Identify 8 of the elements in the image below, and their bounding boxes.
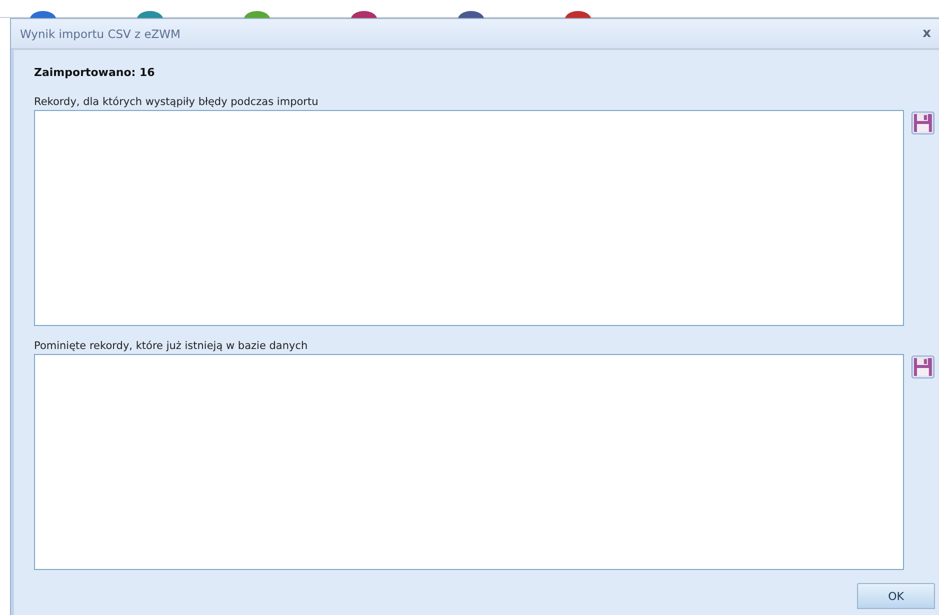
- close-button[interactable]: x: [920, 26, 933, 41]
- save-icon[interactable]: [911, 355, 935, 379]
- import-summary: Zaimportowano: 16: [34, 66, 156, 79]
- section-label: Rekordy, dla których wystąpiły błędy podczas importu: [34, 96, 320, 108]
- ok-button[interactable]: OK: [857, 583, 935, 609]
- save-icon[interactable]: [911, 111, 935, 135]
- section-label: Pominięte rekordy, które już istnieją w bazie danych: [34, 340, 309, 352]
- window-title: Wynik importu CSV z eZWM: [20, 26, 180, 40]
